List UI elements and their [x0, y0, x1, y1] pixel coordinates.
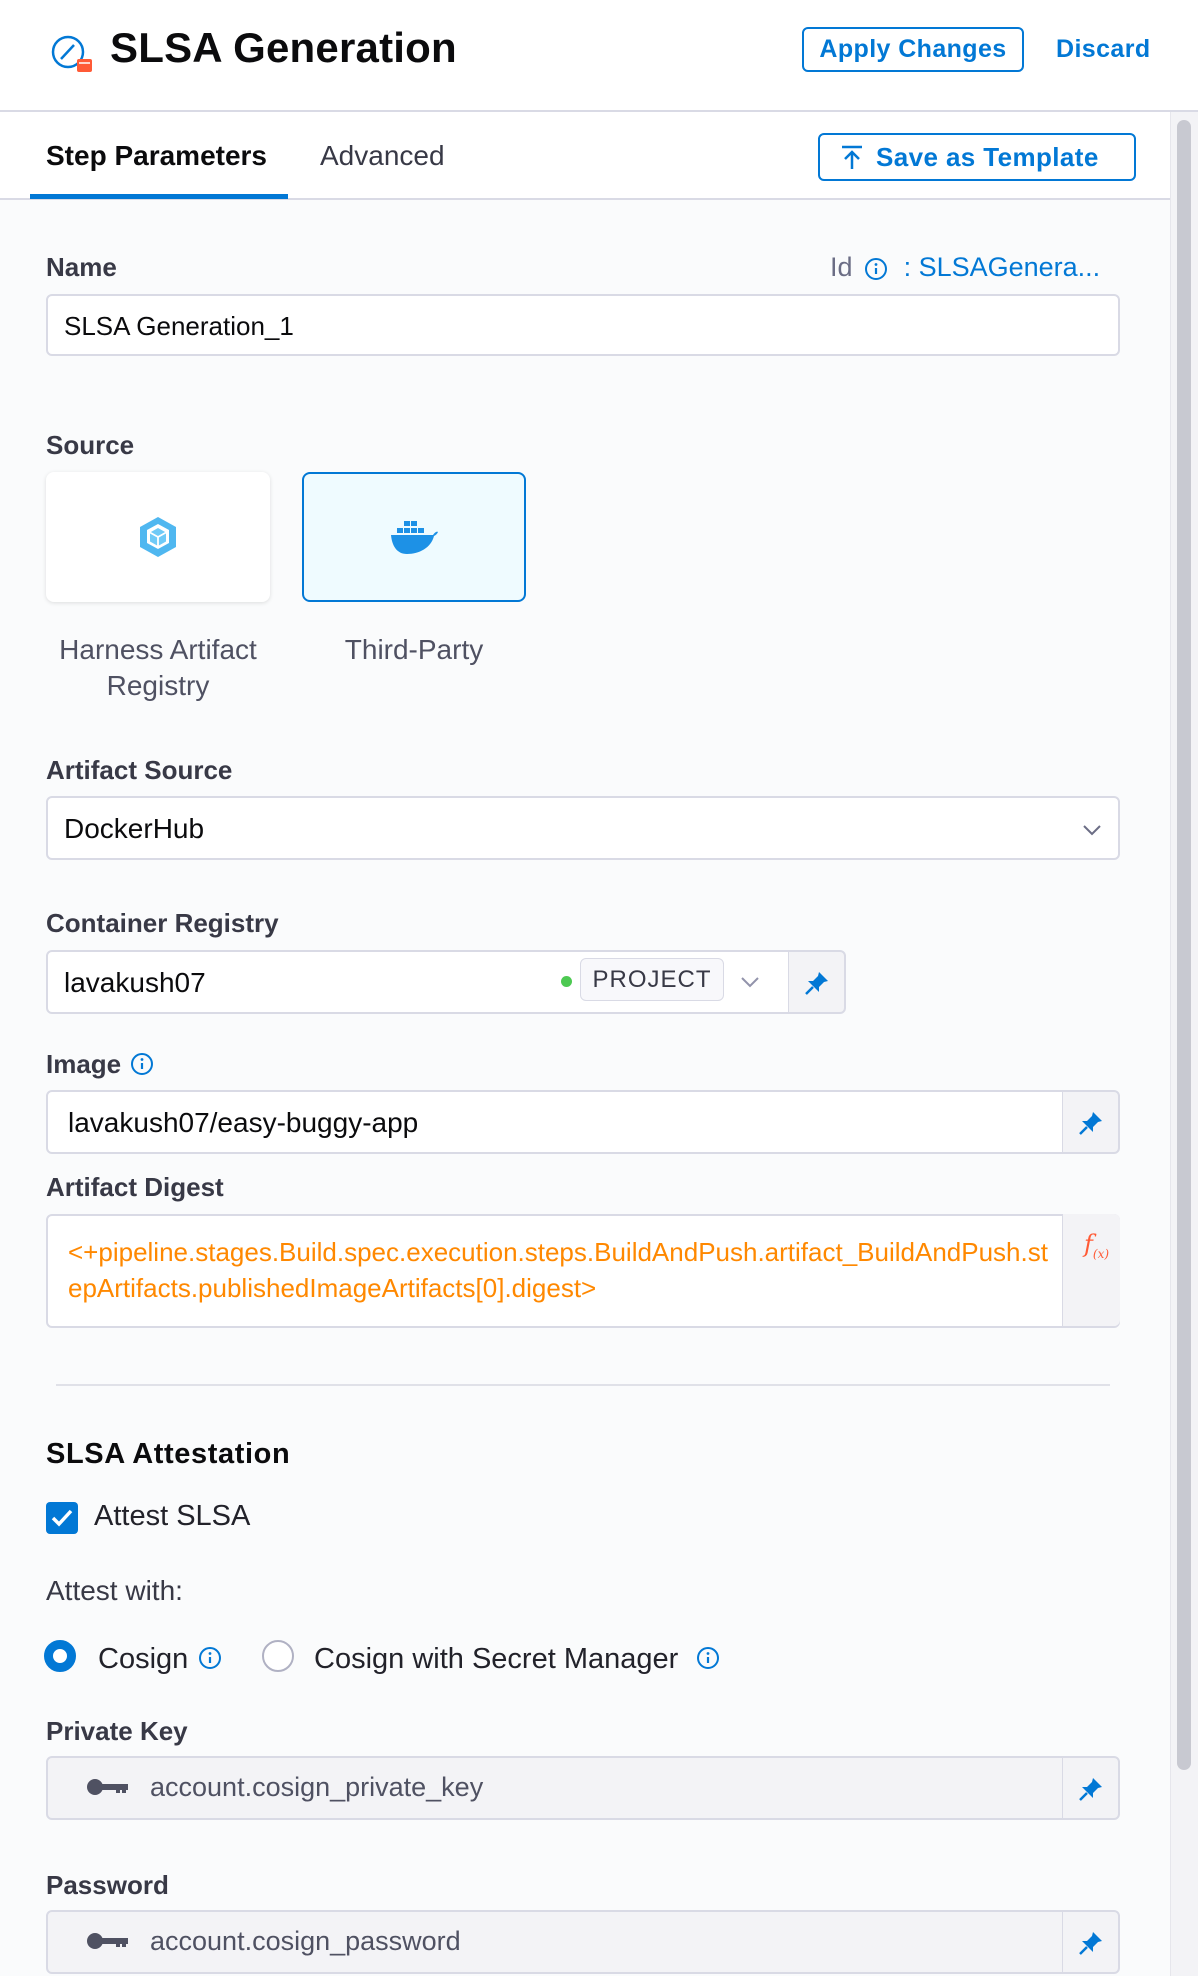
artifact-source-label: Artifact Source	[46, 755, 233, 785]
source-card-third-party[interactable]	[302, 472, 526, 602]
container-registry-label: Container Registry	[46, 908, 279, 938]
info-icon[interactable]	[696, 1646, 720, 1670]
container-registry-input-type-button[interactable]	[788, 950, 846, 1014]
attest-with-label: Attest with:	[46, 1575, 183, 1606]
radio-cosign[interactable]	[44, 1640, 76, 1672]
pin-icon	[1079, 1112, 1102, 1135]
pin-icon	[1079, 1778, 1102, 1801]
id-display: Id : SLSAGenera...	[830, 252, 1100, 283]
scrollbar[interactable]	[1170, 112, 1198, 1976]
name-label: Name	[46, 252, 117, 282]
image-value: lavakush07/easy-buggy-app	[68, 1107, 419, 1138]
radio-cosign-secret-manager[interactable]	[262, 1640, 294, 1672]
private-key-value: account.cosign_private_key	[150, 1772, 484, 1802]
image-label: Image	[46, 1049, 122, 1079]
active-tab-indicator	[30, 194, 288, 199]
image-input[interactable]: lavakush07/easy-buggy-app	[46, 1090, 1064, 1154]
id-value[interactable]: : SLSAGenera...	[904, 252, 1101, 282]
password-secret-input[interactable]: account.cosign_password	[46, 1910, 1064, 1974]
attest-slsa-label[interactable]: Attest SLSA	[94, 1500, 250, 1533]
upload-icon	[842, 145, 862, 169]
info-icon[interactable]	[864, 257, 888, 281]
radio-cosign-label[interactable]: Cosign	[98, 1643, 188, 1676]
slsa-step-icon	[51, 35, 92, 72]
step-form	[0, 200, 1170, 1976]
checkmark-icon	[51, 1509, 73, 1527]
info-icon[interactable]	[198, 1646, 222, 1670]
source-label: Source	[46, 430, 135, 460]
artifact-digest-label: Artifact Digest	[46, 1172, 224, 1202]
page-title: SLSA Generation	[110, 24, 457, 71]
tab-bar: Step Parameters Advanced Save as Templat…	[0, 112, 1170, 200]
slsa-attestation-title: SLSA Attestation	[46, 1438, 291, 1470]
id-label: Id	[830, 252, 853, 282]
attest-slsa-checkbox[interactable]	[46, 1502, 78, 1534]
scope-badge: PROJECT	[580, 958, 724, 1001]
key-icon	[87, 1779, 128, 1795]
container-registry-value: lavakush07	[64, 967, 206, 998]
harness-artifact-registry-icon	[140, 517, 176, 557]
name-input-value: SLSA Generation_1	[64, 311, 294, 341]
docker-icon	[391, 521, 438, 554]
save-as-template-button[interactable]: Save as Template	[818, 133, 1136, 181]
image-input-type-button[interactable]	[1062, 1090, 1120, 1154]
private-key-input-type-button[interactable]	[1062, 1756, 1120, 1820]
name-input[interactable]: SLSA Generation_1	[46, 294, 1120, 356]
tab-advanced[interactable]: Advanced	[320, 140, 445, 172]
connector-status-dot	[561, 976, 572, 987]
chevron-down-icon[interactable]	[740, 976, 760, 988]
source-option-label-harness: Harness Artifact Registry	[59, 634, 257, 701]
password-input-type-button[interactable]	[1062, 1910, 1120, 1974]
drawer-header: SLSA Generation Apply Changes Discard	[0, 0, 1198, 112]
private-key-label: Private Key	[46, 1716, 188, 1746]
apply-changes-button[interactable]: Apply Changes	[802, 27, 1024, 72]
source-card-harness-artifact-registry[interactable]	[46, 472, 270, 602]
save-as-template-label: Save as Template	[876, 142, 1099, 172]
section-divider	[56, 1384, 1110, 1386]
fx-icon: f(x)	[1084, 1230, 1110, 1261]
password-label: Password	[46, 1870, 169, 1900]
pin-icon	[1079, 1932, 1102, 1955]
pin-icon	[805, 972, 828, 995]
password-value: account.cosign_password	[150, 1926, 461, 1956]
artifact-source-select[interactable]: DockerHub	[46, 796, 1120, 860]
key-icon	[87, 1933, 128, 1949]
artifact-source-value: DockerHub	[64, 813, 205, 844]
expression-toggle-button[interactable]: f(x)	[1062, 1214, 1120, 1326]
artifact-digest-expression[interactable]: <+pipeline.stages.Build.spec.execution.s…	[68, 1234, 1058, 1306]
discard-button[interactable]: Discard	[1056, 27, 1151, 72]
chevron-down-icon	[1083, 825, 1101, 836]
scrollbar-thumb[interactable]	[1177, 120, 1191, 1770]
source-option-label-third-party: Third-Party	[344, 634, 484, 665]
private-key-secret-input[interactable]: account.cosign_private_key	[46, 1756, 1064, 1820]
radio-cosign-secret-manager-label[interactable]: Cosign with Secret Manager	[314, 1643, 678, 1676]
tab-step-parameters[interactable]: Step Parameters	[46, 140, 267, 172]
info-icon[interactable]	[130, 1052, 154, 1076]
